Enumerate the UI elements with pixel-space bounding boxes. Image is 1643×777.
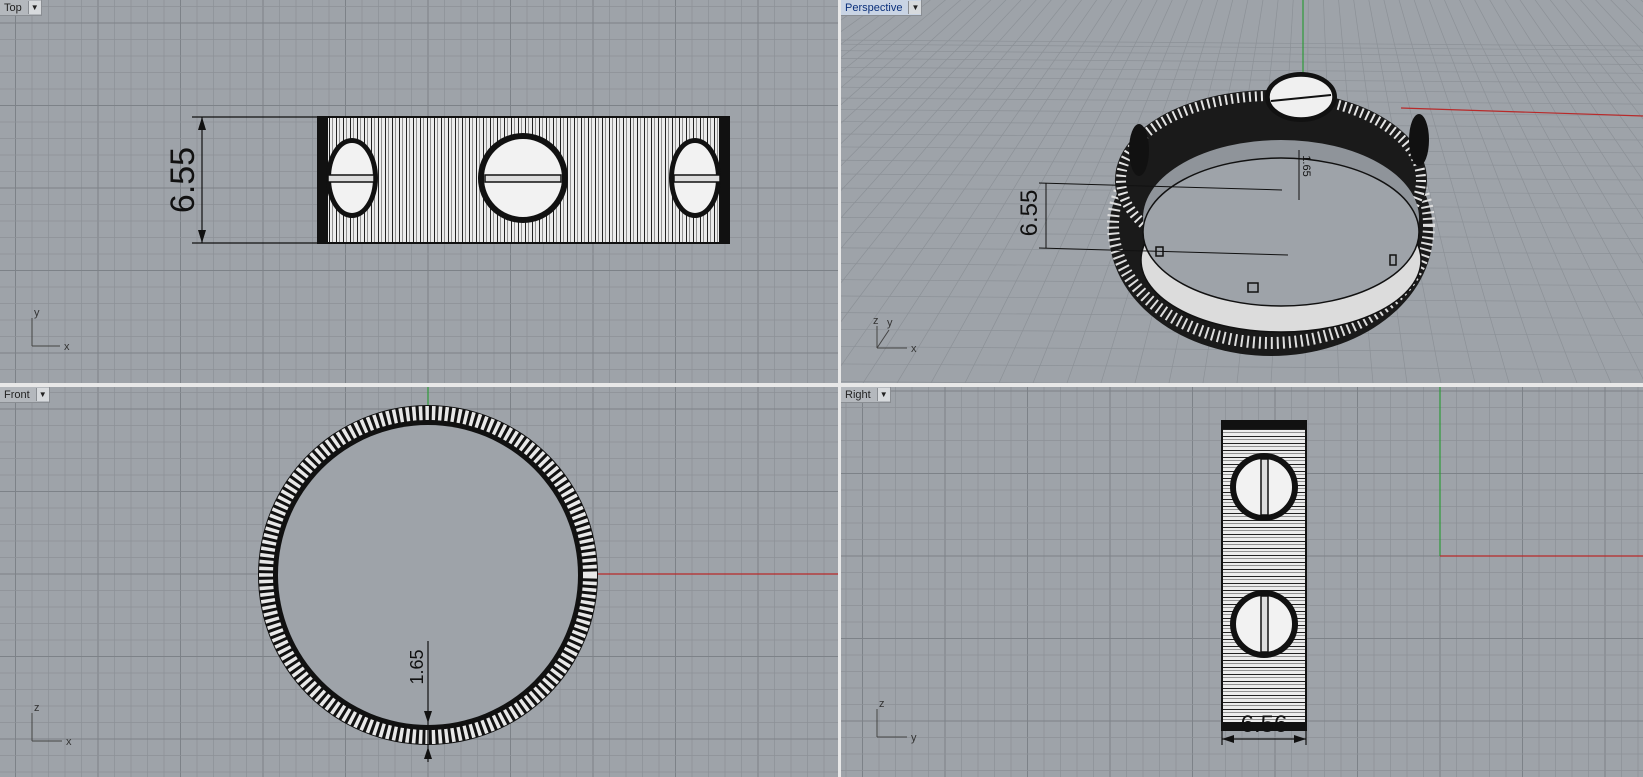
dimension-top-width[interactable]: 6.55 (164, 116, 318, 244)
viewport-perspective[interactable]: Perspective ▼ 6.55 1.65 x z y (841, 0, 1643, 383)
viewport-title-label: Front (4, 388, 30, 401)
axis-indicator: x z (31, 702, 72, 748)
chevron-down-icon[interactable]: ▼ (908, 1, 922, 14)
viewport-title-label: Top (4, 1, 22, 14)
dimension-label: 6.56 (1241, 711, 1288, 738)
ring-perspective[interactable] (1107, 72, 1435, 356)
axis-indicator: x y (31, 307, 70, 353)
viewport-title-top[interactable]: Top ▼ (0, 0, 42, 16)
axis-label-y: y (34, 307, 40, 319)
axis-label-x: x (911, 343, 917, 355)
screw-head-right[interactable] (669, 138, 721, 218)
chevron-down-icon[interactable]: ▼ (35, 388, 49, 401)
chevron-down-icon[interactable]: ▼ (27, 1, 41, 14)
x-axis-line (1400, 107, 1643, 117)
viewport-front[interactable]: Front ▼ 1.65 x z (0, 387, 838, 777)
viewport-title-label: Right (845, 388, 871, 401)
screw-head-lower[interactable] (1230, 590, 1298, 658)
dimension-label: 1.65 (407, 649, 427, 684)
viewport-title-label: Perspective (845, 1, 903, 14)
screw-head-upper[interactable] (1230, 453, 1298, 521)
viewport-title-right[interactable]: Right ▼ (841, 387, 891, 403)
perspective-scene: 6.55 1.65 x z y (873, 0, 1643, 356)
screw-head-left[interactable] (326, 138, 378, 218)
right-view-scene: 6.56 y z (876, 387, 1643, 745)
axis-indicator: y z (876, 698, 917, 744)
axis-indicator: x z y (873, 315, 917, 355)
axis-label-y: y (887, 317, 893, 329)
chevron-down-icon[interactable]: ▼ (876, 388, 890, 401)
axis-label-z: z (879, 698, 885, 710)
front-view-scene: 1.65 x z (31, 387, 838, 762)
axis-label-z: z (873, 315, 879, 327)
axis-label-y: y (911, 732, 917, 744)
screw-head-center[interactable] (478, 133, 568, 223)
dimension-label: 6.55 (164, 147, 202, 213)
top-view-scene: 6.55 x y (31, 116, 730, 353)
dimension-label: 6.55 (1016, 190, 1043, 237)
dimension-label: 1.65 (1300, 155, 1312, 176)
viewport-right[interactable]: Right ▼ 6.56 y z (841, 387, 1643, 777)
axis-label-z: z (34, 702, 40, 714)
viewport-title-perspective[interactable]: Perspective ▼ (841, 0, 923, 16)
axis-label-x: x (66, 736, 72, 748)
viewport-top[interactable]: Top ▼ 6.55 x y (0, 0, 838, 383)
viewport-title-front[interactable]: Front ▼ (0, 387, 50, 403)
axis-label-x: x (64, 341, 70, 353)
